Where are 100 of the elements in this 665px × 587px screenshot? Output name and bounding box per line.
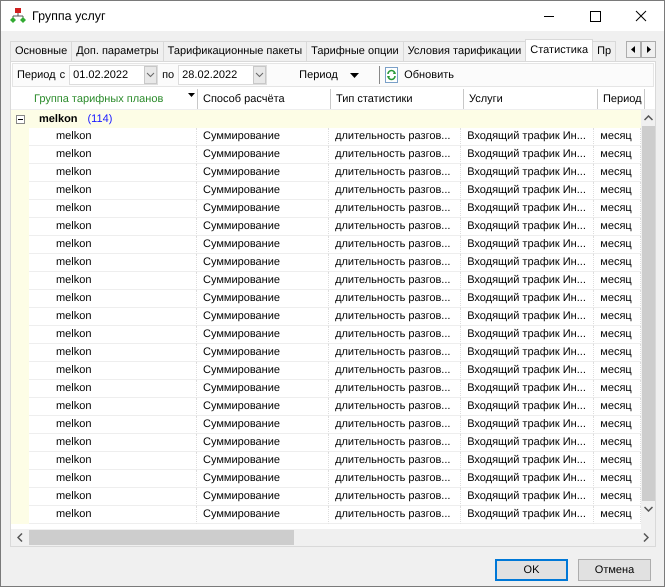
column-header[interactable]: Период — [598, 89, 645, 109]
table-cell: melkon — [29, 344, 197, 362]
group-count: (114) — [88, 113, 112, 125]
table-cell: melkon — [29, 218, 197, 236]
column-header[interactable]: Тип статистики — [331, 89, 464, 109]
scroll-thumb[interactable] — [29, 530, 294, 545]
table-cell: Входящий трафик Ин... — [461, 416, 594, 434]
table-cell: Входящий трафик Ин... — [461, 200, 594, 218]
scroll-up-icon[interactable] — [644, 115, 652, 121]
collapse-icon[interactable] — [16, 114, 25, 124]
refresh-button[interactable]: Обновить — [384, 67, 454, 83]
ok-button[interactable]: OK — [495, 559, 568, 581]
window-title: Группа услуг — [32, 9, 107, 23]
horizontal-scrollbar[interactable] — [11, 529, 655, 546]
table-cell: длительность разгов... — [329, 236, 462, 254]
table-cell: длительность разгов... — [329, 470, 462, 488]
table-cell: длительность разгов... — [329, 164, 462, 182]
scroll-right-icon[interactable] — [643, 533, 649, 542]
table-cell: длительность разгов... — [329, 362, 462, 380]
table-cell: melkon — [29, 272, 197, 290]
tab[interactable]: Основные — [10, 41, 72, 61]
table-cell: melkon — [29, 200, 197, 218]
table-cell: Суммирование — [197, 344, 330, 362]
table-cell: melkon — [29, 362, 197, 380]
cancel-button[interactable]: Отмена — [578, 559, 651, 581]
vertical-scrollbar[interactable] — [641, 110, 655, 529]
column-header[interactable]: Услуги — [464, 89, 598, 109]
table-cell: Суммирование — [197, 362, 330, 380]
table-cell: Суммирование — [197, 146, 330, 164]
table-cell: melkon — [29, 452, 197, 470]
scroll-down-icon[interactable] — [644, 506, 652, 512]
table-cell: Входящий трафик Ин... — [461, 254, 594, 272]
table-cell: Входящий трафик Ин... — [461, 380, 594, 398]
table-cell: Суммирование — [197, 380, 330, 398]
table-cell: melkon — [29, 326, 197, 344]
table-cell: melkon — [29, 182, 197, 200]
scroll-thumb[interactable] — [642, 126, 654, 501]
table-cell: длительность разгов... — [329, 254, 462, 272]
table-cell: melkon — [29, 398, 197, 416]
scroll-right-icon[interactable] — [641, 41, 656, 58]
caret-icon — [350, 72, 359, 78]
app-icon — [10, 8, 26, 24]
table-cell: Суммирование — [197, 164, 330, 182]
table-cell: длительность разгов... — [329, 452, 462, 470]
table-cell: Входящий трафик Ин... — [461, 488, 594, 506]
period-dropdown[interactable]: Период — [299, 69, 374, 81]
table-cell: Суммирование — [197, 218, 330, 236]
table-cell: Суммирование — [197, 128, 330, 146]
to-label: по — [162, 69, 174, 81]
table-cell: Входящий трафик Ин... — [461, 146, 594, 164]
table-cell: melkon — [29, 290, 197, 308]
table-cell: длительность разгов... — [329, 416, 462, 434]
table-cell: Суммирование — [197, 398, 330, 416]
table-cell: Суммирование — [197, 290, 330, 308]
table-cell: длительность разгов... — [329, 488, 462, 506]
table-cell: Суммирование — [197, 308, 330, 326]
dropdown-icon[interactable] — [144, 66, 158, 84]
tab[interactable]: Статистика — [525, 39, 594, 61]
table-cell: длительность разгов... — [329, 308, 462, 326]
table-cell: длительность разгов... — [329, 380, 462, 398]
scroll-left-icon[interactable] — [626, 41, 641, 58]
sort-icon — [188, 93, 195, 97]
scroll-left-icon[interactable] — [17, 533, 23, 542]
table-cell: Входящий трафик Ин... — [461, 434, 594, 452]
table-cell: Суммирование — [197, 182, 330, 200]
table-cell: melkon — [29, 254, 197, 272]
table-cell: длительность разгов... — [329, 344, 462, 362]
tab[interactable]: Пр — [592, 41, 616, 61]
row-indicator — [11, 506, 29, 524]
table-cell: Входящий трафик Ин... — [461, 506, 594, 524]
table-cell: длительность разгов... — [329, 398, 462, 416]
table-cell: длительность разгов... — [329, 218, 462, 236]
date-field[interactable]: 01.02.2022 — [69, 65, 158, 85]
table-cell: Входящий трафик Ин... — [461, 308, 594, 326]
period-label: Период — [17, 69, 56, 81]
dropdown-icon[interactable] — [253, 66, 266, 84]
table-cell: Суммирование — [197, 254, 330, 272]
table-cell: melkon — [29, 236, 197, 254]
table-cell: Входящий трафик Ин... — [461, 470, 594, 488]
table-cell: Входящий трафик Ин... — [461, 344, 594, 362]
table-cell: Входящий трафик Ин... — [461, 272, 594, 290]
from-label: с — [60, 69, 66, 81]
table-cell: длительность разгов... — [329, 272, 462, 290]
table-cell: длительность разгов... — [329, 506, 462, 524]
date-field[interactable]: 28.02.2022 — [178, 65, 268, 85]
table-cell: длительность разгов... — [329, 182, 462, 200]
table-cell: Входящий трафик Ин... — [461, 218, 594, 236]
table-cell: Суммирование — [197, 434, 330, 452]
table-cell: Входящий трафик Ин... — [461, 290, 594, 308]
table-cell: длительность разгов... — [329, 290, 462, 308]
table-cell: Суммирование — [197, 506, 330, 524]
table-cell: длительность разгов... — [329, 326, 462, 344]
table-cell: длительность разгов... — [329, 128, 462, 146]
table-cell: melkon — [29, 164, 197, 182]
table-cell: Входящий трафик Ин... — [461, 362, 594, 380]
table-cell: melkon — [29, 488, 197, 506]
table-cell: Входящий трафик Ин... — [461, 164, 594, 182]
column-header[interactable]: Группа тарифных планов — [29, 89, 198, 109]
column-header[interactable]: Способ расчёта — [198, 89, 331, 109]
table-cell: длительность разгов... — [329, 200, 462, 218]
